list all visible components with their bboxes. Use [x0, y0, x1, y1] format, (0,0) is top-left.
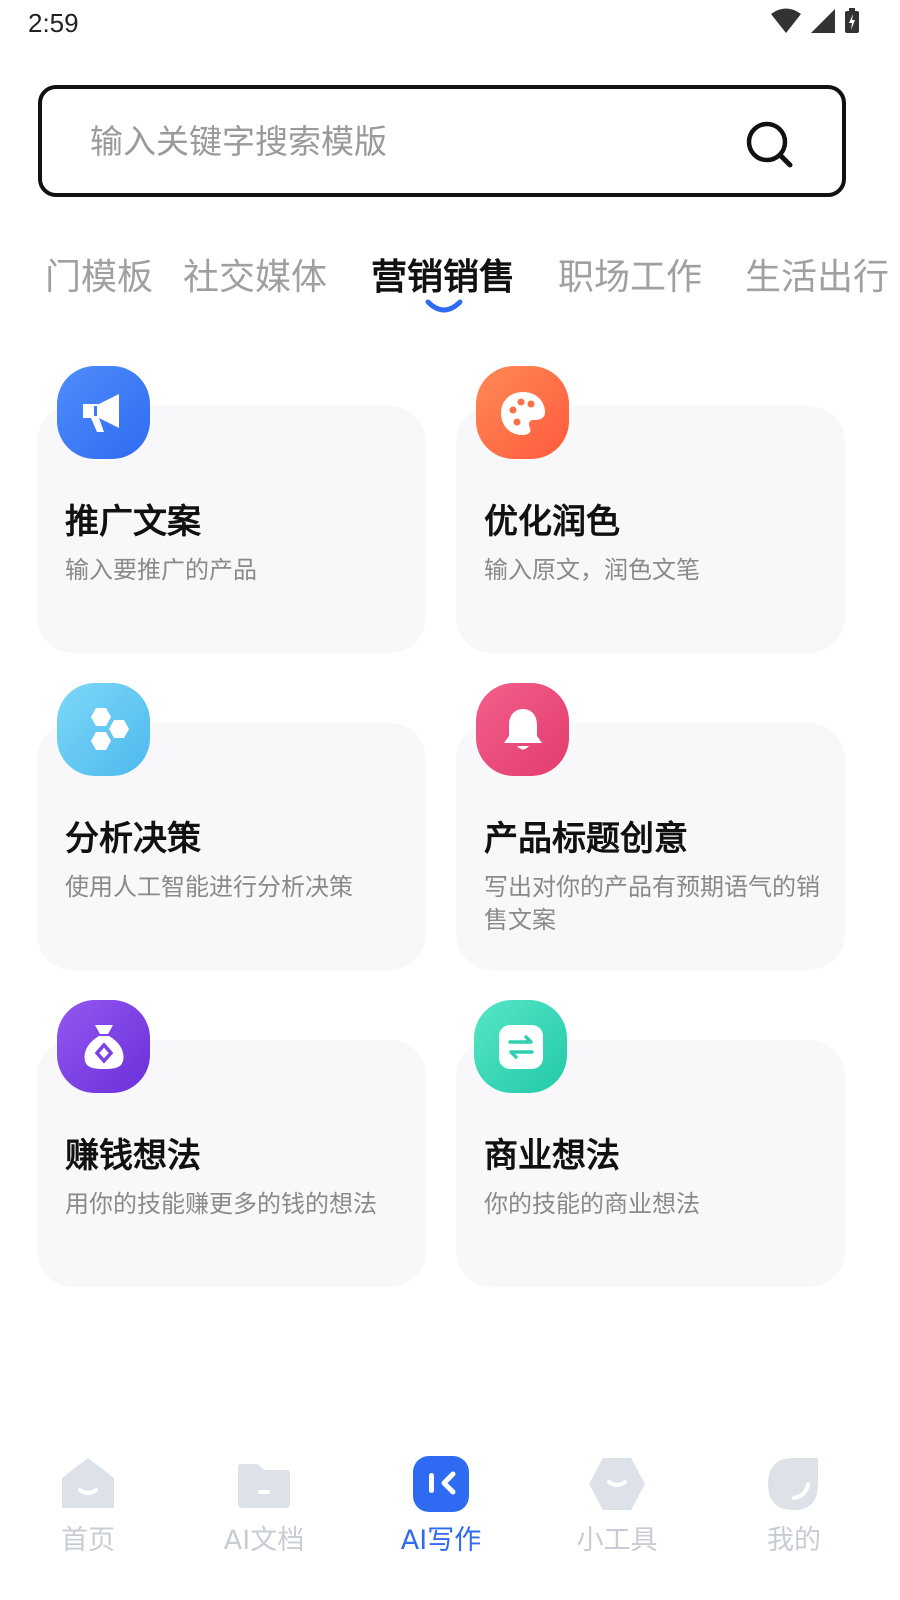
tab-life-travel[interactable]: 生活出行 [745, 248, 889, 300]
money-bag-icon [57, 1000, 150, 1093]
palette-icon [476, 366, 569, 459]
card-description: 用你的技能赚更多的钱的想法 [65, 1190, 377, 1218]
signal-icon [811, 9, 835, 33]
nav-ai-docs[interactable]: AI文档 [194, 1440, 334, 1560]
card-title: 产品标题创意 [484, 819, 688, 859]
card-description: 写出对你的产品有预期语气的销售文案 [484, 873, 820, 934]
nav-label: 我的 [767, 1525, 821, 1556]
nav-label: AI写作 [400, 1525, 482, 1556]
megaphone-icon [57, 366, 150, 459]
status-icons [770, 8, 860, 34]
tab-workplace[interactable]: 职场工作 [558, 248, 702, 300]
card-title: 分析决策 [65, 819, 201, 859]
card-title: 优化润色 [484, 502, 620, 542]
active-tab-indicator [425, 299, 463, 313]
exchange-icon [474, 1000, 567, 1093]
home-icon [62, 1458, 114, 1508]
card-title: 商业想法 [484, 1136, 620, 1176]
tab-popular-templates[interactable]: 门模板 [45, 248, 153, 300]
nav-label: 小工具 [576, 1525, 658, 1556]
status-time: 2:59 [28, 8, 79, 38]
nav-home[interactable]: 首页 [18, 1440, 158, 1560]
search-input[interactable] [90, 115, 710, 167]
card-description: 使用人工智能进行分析决策 [65, 873, 353, 901]
nav-label: AI文档 [223, 1525, 305, 1556]
search-icon[interactable] [744, 119, 796, 171]
profile-icon [768, 1458, 818, 1510]
bottom-nav: 首页 AI文档 AI写作 小工具 我的 [0, 1440, 900, 1600]
card-description: 输入原文，润色文笔 [484, 556, 700, 584]
search-box[interactable] [38, 85, 846, 197]
nav-ai-writing[interactable]: AI写作 [371, 1440, 511, 1560]
status-bar: 2:59 [0, 0, 900, 50]
tab-marketing-sales[interactable]: 营销销售 [371, 248, 515, 300]
card-description: 你的技能的商业想法 [484, 1190, 700, 1218]
nav-label: 首页 [61, 1525, 115, 1556]
hexagons-icon [57, 683, 150, 776]
card-title: 推广文案 [65, 502, 201, 542]
battery-icon [845, 8, 859, 33]
category-tabs: 门模板 社交媒体 营销销售 职场工作 生活出行 [0, 240, 900, 320]
wifi-icon [771, 8, 801, 33]
tools-icon [589, 1458, 645, 1510]
tab-social-media[interactable]: 社交媒体 [183, 248, 327, 300]
bell-icon [476, 683, 569, 776]
ai-write-icon [413, 1456, 469, 1512]
card-title: 赚钱想法 [65, 1136, 201, 1176]
nav-profile[interactable]: 我的 [724, 1440, 864, 1560]
folder-icon [238, 1464, 290, 1508]
card-description: 输入要推广的产品 [65, 556, 257, 584]
nav-tools[interactable]: 小工具 [547, 1440, 687, 1560]
